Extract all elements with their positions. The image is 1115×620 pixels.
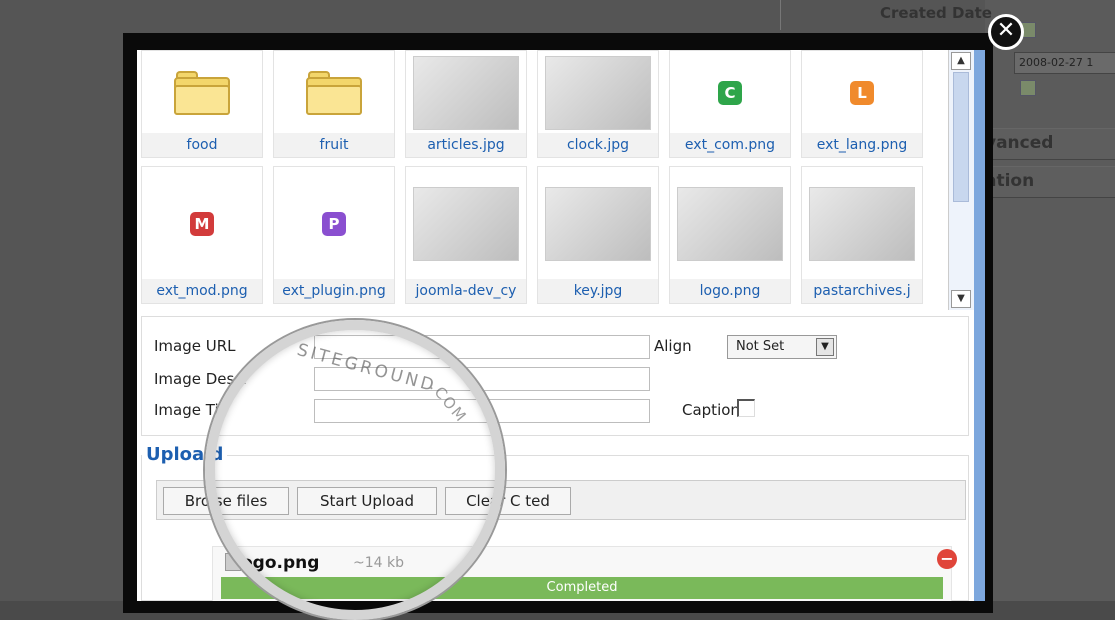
upload-status: Completed	[546, 580, 618, 595]
image-tile-label: ext_lang.png	[802, 133, 922, 157]
image-grid: food fruit articles.jpg clock.jpg Cext_com.p…	[137, 50, 947, 310]
image-url-label: Image URL	[154, 337, 236, 355]
image-thumbnail	[670, 167, 790, 281]
extension-badge-icon: C	[718, 81, 742, 105]
image-tile[interactable]: Mext_mod.png	[141, 166, 263, 304]
photo-thumbnail-icon	[413, 56, 519, 130]
image-description-input[interactable]	[314, 367, 650, 391]
upload-file-row: ogo.png ~14 kb − Completed	[212, 546, 957, 601]
image-tile-label: articles.jpg	[406, 133, 526, 157]
image-tile-label: ext_plugin.png	[274, 279, 394, 303]
photo-thumbnail-icon	[809, 187, 915, 261]
browse-files-button[interactable]: Bro se files	[163, 487, 289, 515]
calendar-icon	[1020, 80, 1036, 96]
image-tile[interactable]: logo.png	[669, 166, 791, 304]
scroll-down-arrow-icon[interactable]: ▼	[951, 290, 971, 308]
image-url-input[interactable]	[314, 335, 650, 359]
image-tile-label: fruit	[274, 133, 394, 157]
image-properties-form: Image URL Align Not Set ▼ Image Descr Im…	[141, 316, 969, 436]
divider	[780, 0, 781, 30]
image-tile[interactable]: Lext_lang.png	[801, 50, 923, 158]
photo-thumbnail-icon	[545, 187, 651, 261]
photo-thumbnail-icon	[545, 56, 651, 130]
scroll-up-arrow-icon[interactable]: ▲	[951, 52, 971, 70]
folder-icon	[306, 71, 362, 115]
image-thumbnail	[406, 167, 526, 281]
image-thumbnail	[406, 51, 526, 135]
background-sidebar	[985, 0, 1115, 601]
align-select[interactable]: Not Set ▼	[727, 335, 837, 359]
file-icon	[225, 553, 241, 571]
image-title-input[interactable]	[314, 399, 650, 423]
image-tile[interactable]: articles.jpg	[405, 50, 527, 158]
outer-scrollbar[interactable]	[974, 50, 985, 601]
align-value: Not Set	[736, 339, 785, 354]
photo-thumbnail-icon	[413, 187, 519, 261]
upload-title: Uploa d	[142, 444, 228, 465]
image-thumbnail: C	[670, 51, 790, 135]
scrollbar-thumb[interactable]	[953, 72, 969, 202]
image-tile-label: food	[142, 133, 262, 157]
chevron-down-icon: ▼	[816, 338, 834, 356]
folder-icon	[174, 71, 230, 115]
image-tile[interactable]: Cext_com.png	[669, 50, 791, 158]
image-tile-label: pastarchives.j	[802, 279, 922, 303]
image-tile[interactable]: key.jpg	[537, 166, 659, 304]
photo-thumbnail-icon	[677, 187, 783, 261]
close-icon[interactable]: ✕	[988, 14, 1024, 50]
caption-checkbox[interactable]	[737, 399, 755, 417]
image-thumbnail	[538, 167, 658, 281]
image-title-label: Image Tit	[154, 401, 225, 419]
upload-file-name: ogo.png	[241, 553, 320, 573]
upload-file-size: ~14 kb	[353, 555, 404, 571]
start-upload-button[interactable]: Start Upload	[297, 487, 437, 515]
created-date-field: 2008-02-27 1	[1014, 52, 1115, 74]
image-tile-label: logo.png	[670, 279, 790, 303]
image-tile[interactable]: food	[141, 50, 263, 158]
image-thumbnail: L	[802, 51, 922, 135]
image-tile[interactable]: fruit	[273, 50, 395, 158]
image-manager-panel: food fruit articles.jpg clock.jpg Cext_com.p…	[137, 50, 985, 601]
image-thumbnail	[142, 51, 262, 135]
clear-completed-button[interactable]: Clear C ted	[445, 487, 571, 515]
image-tile-label: key.jpg	[538, 279, 658, 303]
image-thumbnail	[802, 167, 922, 281]
image-tile[interactable]: clock.jpg	[537, 50, 659, 158]
image-tile[interactable]: Pext_plugin.png	[273, 166, 395, 304]
remove-icon[interactable]: −	[937, 549, 957, 569]
image-thumbnail: P	[274, 167, 394, 281]
publication-section-header: ation	[985, 166, 1115, 198]
image-tile[interactable]: joomla-dev_cy	[405, 166, 527, 304]
image-thumbnail	[274, 51, 394, 135]
image-tile[interactable]: pastarchives.j	[801, 166, 923, 304]
extension-badge-icon: M	[190, 212, 214, 236]
created-date-label: Created Date	[880, 4, 992, 22]
image-tile-label: joomla-dev_cy	[406, 279, 526, 303]
extension-badge-icon: L	[850, 81, 874, 105]
image-thumbnail	[538, 51, 658, 135]
upload-section: Uploa d Bro se files Start Upload Clear …	[141, 444, 969, 601]
image-thumbnail: M	[142, 167, 262, 281]
extension-badge-icon: P	[322, 212, 346, 236]
advanced-section-header: vanced	[985, 128, 1115, 160]
image-description-label: Image Descr	[154, 370, 249, 388]
image-tile-label: clock.jpg	[538, 133, 658, 157]
align-label: Align	[654, 337, 692, 355]
image-grid-scrollbar[interactable]: ▲ ▼	[948, 50, 975, 310]
caption-label: Caption	[682, 401, 740, 419]
image-tile-label: ext_mod.png	[142, 279, 262, 303]
upload-toolbar: Bro se files Start Upload Clear C ted	[156, 480, 966, 520]
upload-progress-bar: Completed	[221, 577, 943, 599]
image-tile-label: ext_com.png	[670, 133, 790, 157]
